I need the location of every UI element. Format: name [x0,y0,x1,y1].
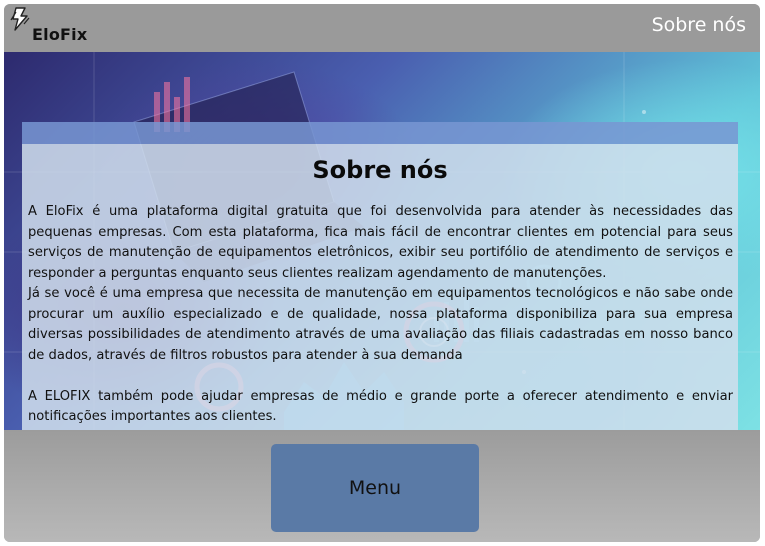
about-text: A EloFix é uma plataforma digital gratui… [28,202,733,428]
hero-background: Sobre nós A EloFix é uma plataforma digi… [4,52,760,430]
about-title: Sobre nós [312,156,448,184]
about-paragraph: A ELOFIX também pode ajudar empresas de … [28,388,733,425]
lightning-bolt-icon [10,7,30,31]
content-panel-header-strip [22,122,738,144]
header-page-title: Sobre nós [651,14,746,36]
footer-bar: Menu [4,430,760,542]
header-bar: EloFix Sobre nós [4,4,760,52]
logo[interactable]: EloFix [8,6,98,48]
app-frame: EloFix Sobre nós Sobre nós A EloFix é um… [4,4,760,542]
menu-button[interactable]: Menu [271,444,479,532]
about-content-panel: Sobre nós A EloFix é uma plataforma digi… [22,144,738,430]
about-paragraph: Já se você é uma empresa que necessita d… [28,286,733,363]
about-paragraph: A EloFix é uma plataforma digital gratui… [28,204,733,281]
logo-text: EloFix [32,25,88,44]
